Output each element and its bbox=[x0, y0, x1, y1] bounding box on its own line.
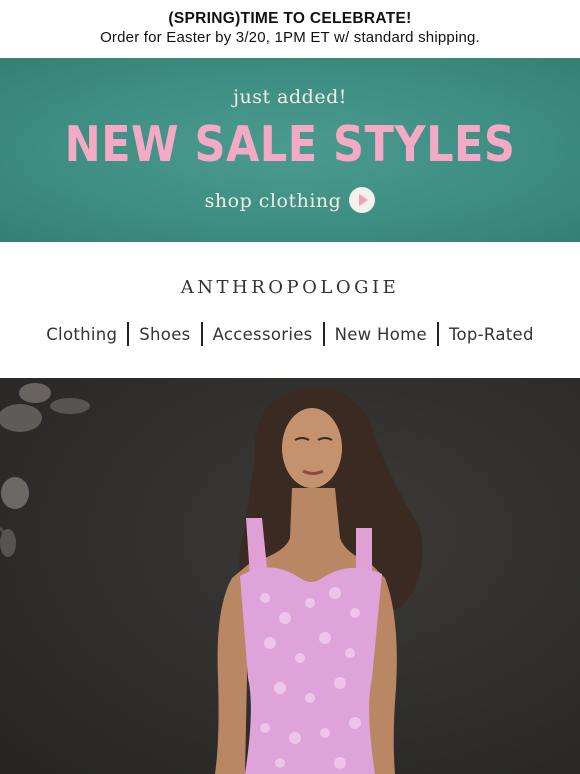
face bbox=[282, 408, 342, 488]
announcement-subline: Order for Easter by 3/20, 1PM ET w/ stan… bbox=[100, 29, 480, 46]
nav-item-shoes[interactable]: Shoes bbox=[129, 325, 200, 344]
category-nav: Clothing Shoes Accessories New Home Top-… bbox=[0, 321, 580, 347]
sale-banner[interactable]: just added! NEW SALE STYLES shop clothin… bbox=[0, 58, 580, 242]
announcement-headline: (SPRING)TIME TO CELEBRATE! bbox=[168, 10, 412, 27]
hero-image[interactable] bbox=[0, 378, 580, 774]
model-photo bbox=[0, 383, 423, 774]
nav-item-new-home[interactable]: New Home bbox=[325, 325, 437, 344]
nav-item-clothing[interactable]: Clothing bbox=[36, 325, 127, 344]
wall-flower-decoration bbox=[0, 383, 90, 557]
shop-clothing-label: shop clothing bbox=[204, 190, 342, 212]
banner-tag: just added! bbox=[233, 86, 347, 108]
nav-item-accessories[interactable]: Accessories bbox=[203, 325, 323, 344]
nav-item-top-rated[interactable]: Top-Rated bbox=[439, 325, 544, 344]
announcement-bar: (SPRING)TIME TO CELEBRATE! Order for Eas… bbox=[0, 0, 580, 58]
shop-clothing-link[interactable]: shop clothing bbox=[0, 187, 580, 213]
brand-logo[interactable]: ANTHROPOLOGIE bbox=[0, 277, 580, 298]
play-circle-icon bbox=[349, 187, 376, 213]
banner-title: NEW SALE STYLES bbox=[64, 116, 516, 173]
